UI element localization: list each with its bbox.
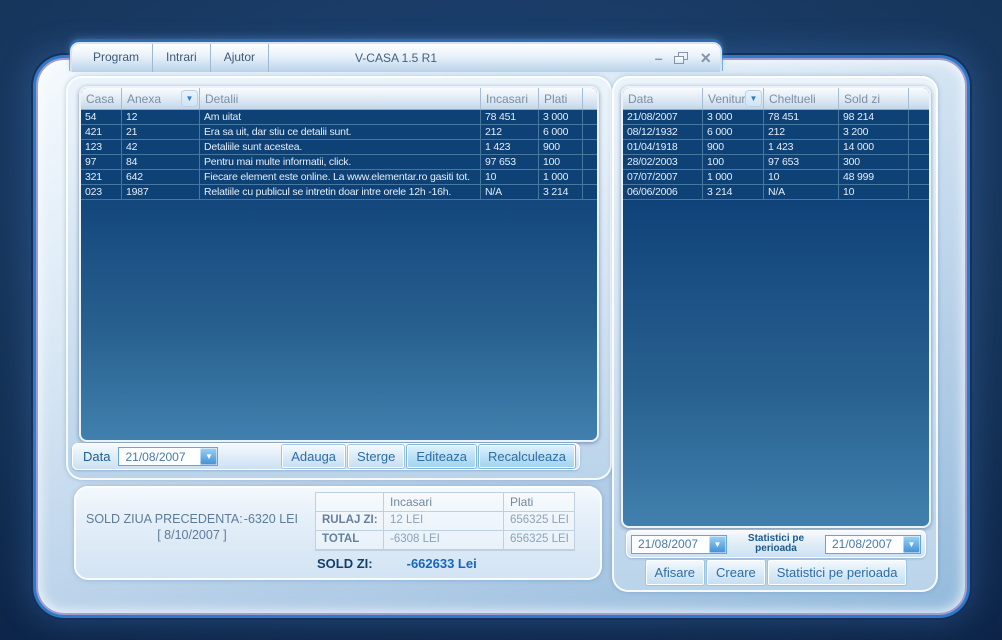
prev-balance-label: SOLD ZIUA PRECEDENTA: [86,512,243,526]
adauga-button[interactable]: Adauga [282,445,345,468]
minimize-button[interactable]: – [655,51,663,65]
summary-table: Incasari Plati RULAJ ZI: 12 LEI 656325 L… [315,492,575,551]
column-header-anexa[interactable]: Anexa▼ [122,88,200,109]
column-header-data[interactable]: Data [623,88,703,109]
sold-zi-label: SOLD ZI: [317,556,373,571]
daily-table-panel: Data Venituri▼ Cheltueli Sold zi 21/08/2… [621,86,931,528]
table-row[interactable]: 08/12/19326 0002123 200 [623,125,929,140]
entry-actions: Adauga Sterge Editeaza Recalculeaza [282,445,575,468]
sterge-button[interactable]: Sterge [348,445,404,468]
sold-zi-value: -662633 Lei [407,556,477,571]
sort-arrow-icon: ▼ [746,91,761,106]
window-controls: – × [655,50,711,66]
recalculeaza-button[interactable]: Recalculeaza [479,445,575,468]
rulaj-plati: 656325 LEI [504,512,574,531]
column-header-casa[interactable]: Casa [81,88,122,109]
table-row[interactable]: 01/04/19189001 42314 000 [623,140,929,155]
table-row[interactable]: 12342Detaliile sunt acestea.1 423900 [81,140,597,155]
afisare-button[interactable]: Afisare [646,560,704,585]
entries-table-panel: Casa Anexa▼ Detalii Incasari Plati 5412A… [79,86,599,442]
titlebar: Program Intrari Ajutor V-CASA 1.5 R1 – × [70,42,722,72]
period-from-combo[interactable]: 21/08/2007 ▼ [631,535,727,554]
table-row[interactable]: 28/02/200310097 653300 [623,155,929,170]
daily-table-body: 21/08/20073 00078 45198 214 08/12/19326 … [623,110,929,200]
column-header-sold-zi[interactable]: Sold zi [839,88,909,109]
entries-table-body: 5412Am uitat78 4513 000 42121Era sa uit,… [81,110,597,200]
prev-balance-date: [ 8/10/2007 ] [86,528,298,542]
summary-box: SOLD ZIUA PRECEDENTA: -6320 LEI [ 8/10/2… [74,486,602,580]
summary-col-incasari: Incasari [384,493,504,512]
summary-col-plati: Plati [504,493,574,512]
rulaj-incasari: 12 LEI [384,512,504,531]
column-header-detalii[interactable]: Detalii [200,88,481,109]
total-plati: 656325 LEI [504,531,574,550]
total-incasari: -6308 LEI [384,531,504,550]
header-filler [909,88,929,109]
daily-table-header: Data Venituri▼ Cheltueli Sold zi [623,88,929,110]
table-row[interactable]: 07/07/20071 0001048 999 [623,170,929,185]
date-combo[interactable]: 21/08/2007 ▼ [118,447,218,466]
table-row[interactable]: 0231987Relatiile cu publicul se intretin… [81,185,597,200]
column-header-plati[interactable]: Plati [539,88,583,109]
column-header-cheltueli[interactable]: Cheltueli [764,88,839,109]
prev-balance-value: -6320 LEI [244,512,298,526]
header-filler [583,88,597,109]
date-label: Data [83,449,110,464]
table-row[interactable]: 9784Pentru mai multe informatii, click.9… [81,155,597,170]
period-toolbar: 21/08/2007 ▼ Statistici pe perioada 21/0… [626,530,926,558]
table-row[interactable]: 06/06/20063 214N/A10 [623,185,929,200]
table-row[interactable]: 42121Era sa uit, dar stiu ce detalii sun… [81,125,597,140]
period-to-combo[interactable]: 21/08/2007 ▼ [825,535,921,554]
period-label: Statistici pe perioada [727,534,825,555]
sort-arrow-icon: ▼ [182,91,197,106]
close-button[interactable]: × [700,50,711,66]
table-row[interactable]: 5412Am uitat78 4513 000 [81,110,597,125]
editeaza-button[interactable]: Editeaza [407,445,476,468]
combo-arrow-icon[interactable]: ▼ [709,536,726,553]
statistics-actions: Afisare Creare Statistici pe perioada [626,557,926,587]
column-header-incasari[interactable]: Incasari [481,88,539,109]
total-label: TOTAL [316,531,384,550]
desktop-background: Program Intrari Ajutor V-CASA 1.5 R1 – ×… [0,0,1002,640]
day-balance: SOLD ZI: -662633 Lei [317,556,477,571]
rulaj-label: RULAJ ZI: [316,512,384,531]
left-footer-toolbar: Data 21/08/2007 ▼ Adauga Sterge Editeaza… [72,443,580,470]
creare-button[interactable]: Creare [707,560,765,585]
combo-arrow-icon[interactable]: ▼ [200,448,217,465]
table-row[interactable]: 21/08/20073 00078 45198 214 [623,110,929,125]
table-row[interactable]: 321642Fiecare element este online. La ww… [81,170,597,185]
previous-day-balance: SOLD ZIUA PRECEDENTA: -6320 LEI [ 8/10/2… [86,512,298,542]
window-title: V-CASA 1.5 R1 [72,51,720,65]
restore-button[interactable] [674,52,688,64]
statistici-pe-perioada-button[interactable]: Statistici pe perioada [768,560,907,585]
column-header-venituri[interactable]: Venituri▼ [703,88,764,109]
combo-arrow-icon[interactable]: ▼ [903,536,920,553]
entries-table-header: Casa Anexa▼ Detalii Incasari Plati [81,88,597,110]
